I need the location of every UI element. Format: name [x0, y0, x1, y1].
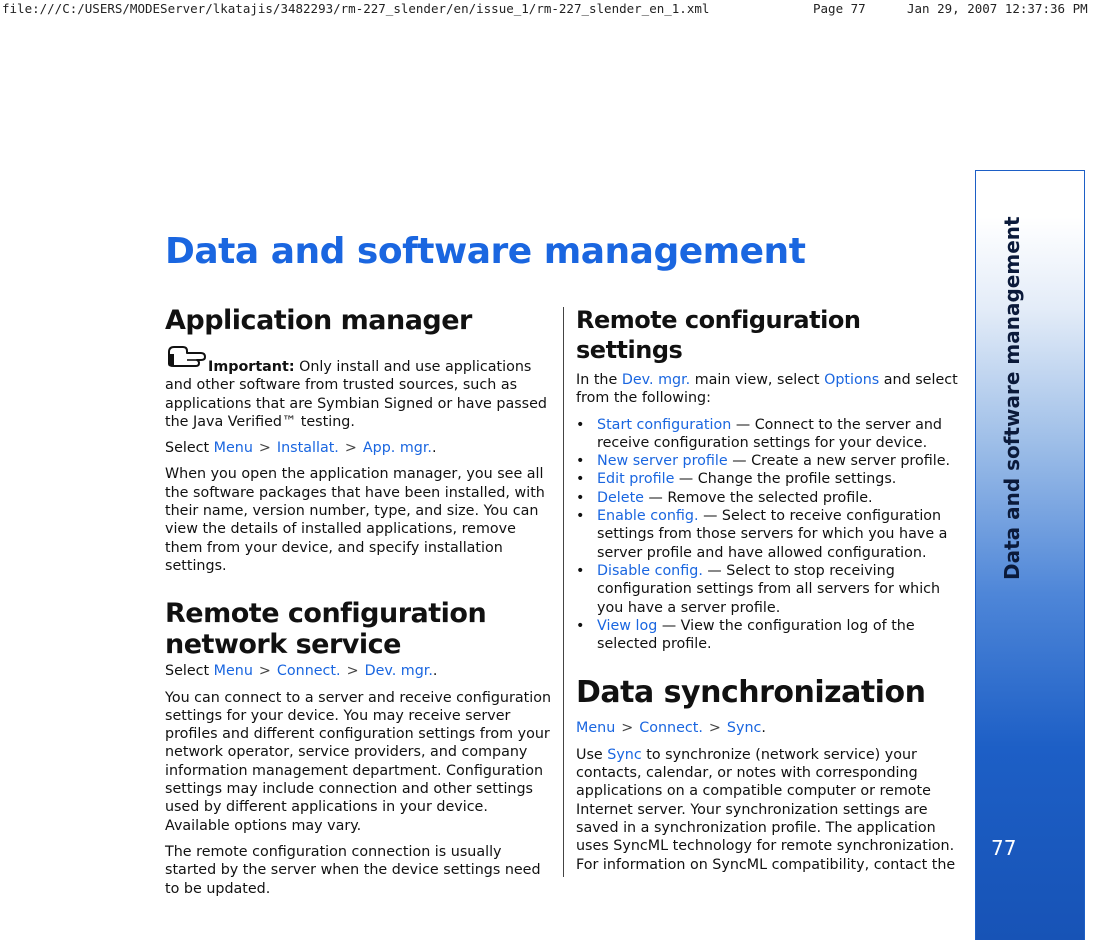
- option-start-configuration[interactable]: Start configuration: [597, 417, 731, 433]
- path-separator-icon: >: [344, 440, 357, 457]
- menu-link-connect[interactable]: Connect.: [639, 720, 703, 736]
- path-end: .: [431, 440, 437, 457]
- remote-settings-options-list: • Start configuration — Connect to the se…: [576, 416, 966, 654]
- option-description: — Change the profile settings.: [674, 471, 897, 488]
- menu-link-installat[interactable]: Installat.: [277, 440, 339, 456]
- section-heading-data-synchronization: Data synchronization: [576, 675, 926, 711]
- option-enable-config[interactable]: Enable config.: [597, 508, 699, 524]
- option-delete[interactable]: Delete: [597, 490, 644, 506]
- path-separator-icon: >: [708, 720, 721, 737]
- path-end: .: [761, 720, 766, 737]
- bullet-icon: •: [576, 508, 585, 525]
- important-label: Important:: [208, 359, 295, 375]
- list-item: • View log — View the configuration log o…: [576, 617, 966, 654]
- list-item: • Start configuration — Connect to the se…: [576, 416, 966, 453]
- file-path: file:///C:/USERS/MODEServer/lkatajis/348…: [2, 1, 710, 16]
- section-heading-application-manager: Application manager: [165, 305, 472, 336]
- menu-link-dev-mgr[interactable]: Dev. mgr.: [365, 663, 433, 679]
- intro-prefix: In the: [576, 372, 622, 388]
- menu-link-menu[interactable]: Menu: [214, 663, 253, 679]
- option-description: — Create a new server profile.: [727, 453, 951, 470]
- section-heading-remote-settings: Remote configuration settings: [576, 306, 861, 364]
- menu-link-app-mgr[interactable]: App. mgr.: [363, 440, 432, 456]
- important-hand-icon: [168, 346, 206, 367]
- path-separator-icon: >: [258, 440, 271, 457]
- menu-link-menu[interactable]: Menu: [214, 440, 253, 456]
- list-item: • Delete — Remove the selected profile.: [576, 489, 966, 507]
- path-separator-icon: >: [621, 720, 634, 737]
- link-sync[interactable]: Sync: [607, 747, 641, 763]
- option-disable-config[interactable]: Disable config.: [597, 563, 703, 579]
- menu-link-menu[interactable]: Menu: [576, 720, 615, 736]
- column-divider: [563, 307, 564, 877]
- app-manager-menu-path: Select Menu > Installat. > App. mgr..: [165, 439, 553, 457]
- bullet-icon: •: [576, 489, 585, 506]
- important-paragraph: Important: Only install and use applicat…: [165, 358, 553, 431]
- select-prefix: Select: [165, 440, 214, 457]
- data-sync-body: Use Sync to synchronize (network service…: [576, 746, 966, 874]
- menu-link-sync[interactable]: Sync: [727, 720, 761, 736]
- bullet-icon: •: [576, 453, 585, 470]
- option-edit-profile[interactable]: Edit profile: [597, 471, 674, 487]
- body-text: to synchronize (network service) your co…: [576, 746, 956, 873]
- path-end: .: [432, 663, 438, 680]
- remote-network-body-1: You can connect to a server and receive …: [165, 689, 552, 834]
- option-description: — Remove the selected profile.: [643, 489, 873, 506]
- heading-line-2: network service: [165, 629, 401, 661]
- path-separator-icon: >: [346, 663, 359, 680]
- intro-mid: main view, select: [690, 372, 825, 388]
- bullet-icon: •: [576, 416, 585, 433]
- select-prefix: Select: [165, 663, 214, 680]
- list-item: • Disable config. — Select to stop receiv…: [576, 562, 966, 617]
- chapter-side-tab: [975, 170, 1085, 940]
- remote-network-menu-path: Select Menu > Connect. > Dev. mgr..: [165, 662, 553, 680]
- list-item: • Enable config. — Select to receive conf…: [576, 507, 966, 562]
- right-column: Remote configuration settings In the Dev…: [576, 305, 966, 882]
- remote-settings-intro: In the Dev. mgr. main view, select Optio…: [576, 371, 966, 408]
- important-note: Important: Only install and use applicat…: [165, 336, 553, 431]
- app-manager-body: When you open the application manager, y…: [165, 466, 545, 574]
- list-item: • Edit profile — Change the profile setti…: [576, 470, 966, 488]
- remote-network-body-2: The remote configuration connection is u…: [165, 843, 541, 897]
- print-datetime: Jan 29, 2007 12:37:36 PM: [907, 1, 1088, 16]
- body-prefix: Use: [576, 746, 608, 763]
- bullet-icon: •: [576, 471, 585, 488]
- list-item: • New server profile — Create a new serve…: [576, 452, 966, 470]
- link-options[interactable]: Options: [824, 372, 879, 388]
- chapter-title: Data and software management: [165, 231, 806, 272]
- page-label: Page 77: [813, 1, 866, 16]
- left-column: Application manager Important: Only inst…: [165, 305, 553, 906]
- side-tab-title: Data and software management: [1000, 216, 1024, 580]
- bullet-icon: •: [576, 617, 585, 634]
- data-sync-menu-path: Menu > Connect. > Sync.: [576, 719, 966, 737]
- page-number: 77: [991, 836, 1017, 860]
- print-header: file:///C:/USERS/MODEServer/lkatajis/348…: [0, 0, 1106, 18]
- section-heading-remote-network-service: Remote configuration network service: [165, 598, 553, 660]
- bullet-icon: •: [576, 562, 585, 579]
- path-separator-icon: >: [258, 663, 271, 680]
- link-dev-mgr[interactable]: Dev. mgr.: [622, 372, 690, 388]
- option-new-server-profile[interactable]: New server profile: [597, 453, 728, 469]
- heading-line-1: Remote configuration: [165, 598, 487, 630]
- menu-link-connect[interactable]: Connect.: [277, 663, 341, 679]
- option-view-log[interactable]: View log: [597, 618, 657, 634]
